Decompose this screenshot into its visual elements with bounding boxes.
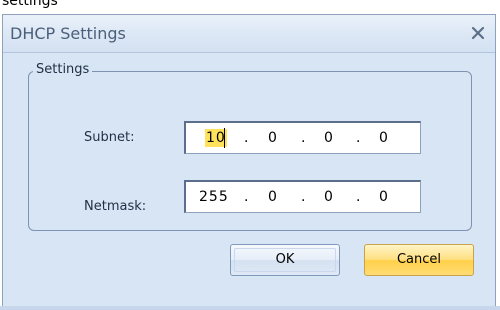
text-caret bbox=[224, 128, 225, 148]
subnet-ip-input[interactable]: 10 . 0 . 0 . 0 bbox=[184, 121, 421, 154]
subnet-separator-1: . bbox=[244, 130, 249, 146]
netmask-label: Netmask: bbox=[84, 199, 147, 214]
netmask-octet-1[interactable]: 255 bbox=[199, 188, 229, 206]
netmask-octet-4[interactable]: 0 bbox=[379, 188, 389, 206]
netmask-separator-1: . bbox=[244, 189, 249, 205]
subnet-octet-2[interactable]: 0 bbox=[268, 129, 278, 147]
subnet-label: Subnet: bbox=[84, 130, 135, 145]
subnet-separator-3: . bbox=[356, 130, 361, 146]
title-bar[interactable]: DHCP Settings bbox=[3, 15, 495, 53]
cancel-button[interactable]: Cancel bbox=[364, 244, 474, 276]
page-caption: settings bbox=[2, 0, 58, 9]
close-icon bbox=[471, 26, 485, 40]
cancel-button-label: Cancel bbox=[396, 252, 442, 267]
netmask-octet-2[interactable]: 0 bbox=[268, 188, 278, 206]
close-button[interactable] bbox=[467, 22, 489, 44]
subnet-separator-2: . bbox=[301, 130, 306, 146]
netmask-ip-input[interactable]: 255 . 0 . 0 . 0 bbox=[184, 180, 421, 213]
dialog-title: DHCP Settings bbox=[10, 24, 126, 43]
netmask-separator-3: . bbox=[356, 189, 361, 205]
settings-group-label: Settings bbox=[33, 62, 93, 78]
subnet-octet-4[interactable]: 0 bbox=[379, 129, 389, 147]
dialog-bottom-edge bbox=[0, 306, 500, 310]
netmask-octet-3[interactable]: 0 bbox=[324, 188, 334, 206]
subnet-octet-3[interactable]: 0 bbox=[324, 129, 334, 147]
netmask-separator-2: . bbox=[301, 189, 306, 205]
ok-button[interactable]: OK bbox=[230, 244, 340, 276]
ok-button-label: OK bbox=[275, 252, 295, 267]
